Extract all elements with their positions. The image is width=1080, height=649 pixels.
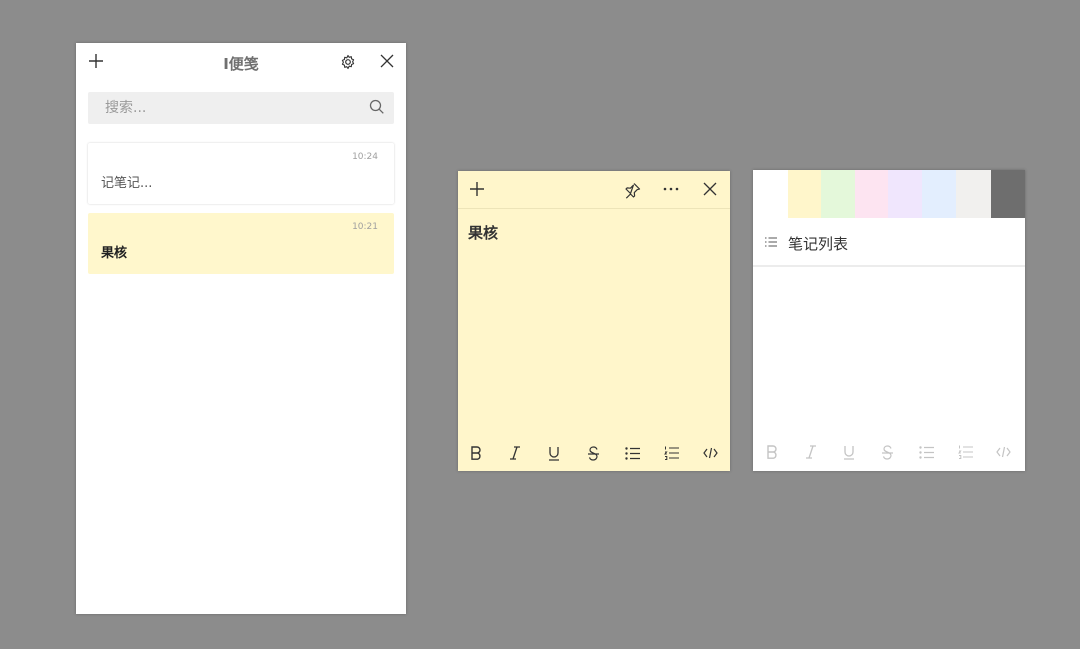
- numbered-list-button[interactable]: [659, 441, 683, 465]
- italic-button[interactable]: [503, 441, 527, 465]
- format-toolbar: [753, 440, 1025, 464]
- search-button[interactable]: [368, 98, 386, 120]
- note-list-item[interactable]: 10:21 果核: [88, 213, 394, 274]
- settings-button[interactable]: [336, 50, 360, 74]
- numbered-list-button: [953, 440, 977, 464]
- code-button: [991, 440, 1015, 464]
- bold-icon: [767, 445, 777, 459]
- color-swatch-white[interactable]: [753, 170, 788, 218]
- gear-icon: [341, 54, 355, 70]
- bullet-list-button[interactable]: [620, 441, 644, 465]
- color-swatch-charcoal[interactable]: [991, 170, 1025, 218]
- color-swatch-blue[interactable]: [922, 170, 956, 218]
- note-preview: 记笔记...: [101, 176, 153, 191]
- search-icon: [369, 99, 384, 114]
- strikethrough-icon: [587, 445, 599, 461]
- bullet-list-button: [914, 440, 938, 464]
- close-icon: [703, 182, 717, 196]
- list-window-header: I便笺: [76, 43, 406, 83]
- code-button[interactable]: [698, 441, 722, 465]
- note-preview: 果核: [101, 246, 128, 261]
- note-menu-window: 笔记列表: [753, 170, 1025, 471]
- sticky-note-window: 果核: [458, 171, 730, 471]
- numbered-list-icon: [957, 445, 973, 459]
- italic-button: [799, 440, 823, 464]
- color-swatch-gray[interactable]: [956, 170, 991, 218]
- underline-icon: [549, 446, 559, 461]
- pin-button[interactable]: [620, 178, 644, 202]
- bullet-list-icon: [624, 446, 640, 460]
- color-swatch-yellow[interactable]: [788, 170, 821, 218]
- notes-list-window: I便笺 10:24 记笔记... 10:21 果核: [76, 43, 406, 614]
- search-box: [88, 92, 394, 124]
- close-icon: [380, 54, 394, 68]
- pin-icon: [624, 182, 640, 199]
- more-icon: [663, 187, 679, 191]
- note-time: 10:24: [352, 152, 378, 162]
- close-note-button[interactable]: [698, 177, 722, 201]
- bullet-list-icon: [918, 445, 934, 459]
- underline-button: [837, 440, 861, 464]
- format-toolbar: [458, 441, 730, 465]
- underline-button[interactable]: [542, 441, 566, 465]
- note-time: 10:21: [352, 222, 378, 232]
- list-icon: [765, 237, 777, 247]
- code-icon: [995, 446, 1011, 458]
- note-content[interactable]: 果核: [468, 222, 498, 243]
- italic-icon: [806, 445, 816, 459]
- new-note-button[interactable]: [465, 177, 489, 201]
- note-toolbar: [458, 171, 730, 209]
- strikethrough-button: [875, 440, 899, 464]
- note-list-item[interactable]: 10:24 记笔记...: [88, 143, 394, 204]
- plus-icon: [470, 182, 484, 196]
- color-swatch-pink[interactable]: [855, 170, 888, 218]
- strikethrough-icon: [881, 444, 893, 460]
- code-icon: [702, 447, 718, 459]
- color-swatch-purple[interactable]: [888, 170, 922, 218]
- search-input[interactable]: [88, 92, 368, 124]
- italic-icon: [510, 446, 520, 460]
- numbered-list-icon: [663, 446, 679, 460]
- strikethrough-button[interactable]: [581, 441, 605, 465]
- close-button[interactable]: [375, 49, 399, 73]
- underline-icon: [844, 445, 854, 460]
- more-options-button[interactable]: [659, 177, 683, 201]
- menu-item-label: 笔记列表: [788, 235, 849, 253]
- notes-list-menu-item[interactable]: 笔记列表: [753, 218, 1025, 267]
- bold-icon: [471, 446, 481, 460]
- bold-button: [760, 440, 784, 464]
- bold-button[interactable]: [464, 441, 488, 465]
- color-swatch-green[interactable]: [821, 170, 855, 218]
